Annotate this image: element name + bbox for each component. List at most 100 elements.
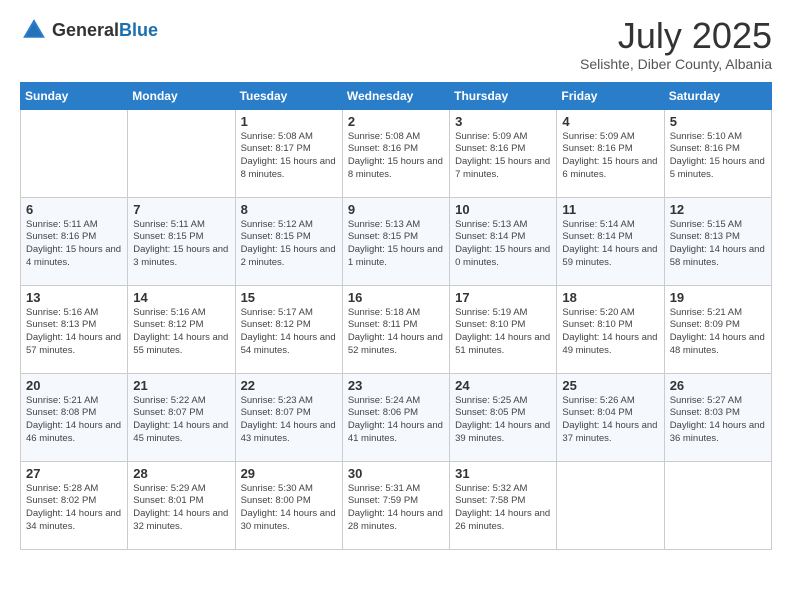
logo: GeneralBlue (20, 16, 158, 44)
day-info: Sunrise: 5:21 AM Sunset: 8:09 PM Dayligh… (670, 307, 766, 358)
day-info: Sunrise: 5:32 AM Sunset: 7:58 PM Dayligh… (455, 483, 551, 534)
day-info: Sunrise: 5:28 AM Sunset: 8:02 PM Dayligh… (26, 483, 122, 534)
day-number: 12 (670, 202, 766, 217)
calendar-cell: 14 Sunrise: 5:16 AM Sunset: 8:12 PM Dayli… (128, 285, 235, 373)
day-info: Sunrise: 5:08 AM Sunset: 8:16 PM Dayligh… (348, 131, 444, 182)
logo-text: GeneralBlue (52, 20, 158, 41)
calendar-cell: 10Sunrise: 5:13 AM Sunset: 8:14 PM Dayli… (450, 197, 557, 285)
day-info: Sunrise: 5:15 AM Sunset: 8:13 PM Dayligh… (670, 219, 766, 270)
logo-general: General (52, 20, 119, 40)
page-header: GeneralBlue July 2025 Selishte, Diber Co… (20, 16, 772, 72)
day-number: 31 (455, 466, 551, 481)
day-info: Sunrise: 5:10 AM Sunset: 8:16 PM Dayligh… (670, 131, 766, 182)
column-header-sunday: Sunday (21, 82, 128, 109)
day-info: Sunrise: 5:18 AM Sunset: 8:11 PM Dayligh… (348, 307, 444, 358)
day-number: 14 (133, 290, 229, 305)
logo-icon (20, 16, 48, 44)
title-block: July 2025 Selishte, Diber County, Albani… (580, 16, 772, 72)
location-subtitle: Selishte, Diber County, Albania (580, 56, 772, 72)
calendar-week-row: 1 Sunrise: 5:08 AM Sunset: 8:17 PM Daylig… (21, 109, 772, 197)
day-number: 22 (241, 378, 337, 393)
day-number: 1 (241, 114, 337, 129)
day-info: Sunrise: 5:20 AM Sunset: 8:10 PM Dayligh… (562, 307, 658, 358)
day-number: 18 (562, 290, 658, 305)
day-info: Sunrise: 5:13 AM Sunset: 8:15 PM Dayligh… (348, 219, 444, 270)
day-info: Sunrise: 5:16 AM Sunset: 8:13 PM Dayligh… (26, 307, 122, 358)
day-info: Sunrise: 5:19 AM Sunset: 8:10 PM Dayligh… (455, 307, 551, 358)
calendar-cell: 6Sunrise: 5:11 AM Sunset: 8:16 PM Daylig… (21, 197, 128, 285)
column-header-monday: Monday (128, 82, 235, 109)
day-number: 6 (26, 202, 122, 217)
day-number: 11 (562, 202, 658, 217)
day-info: Sunrise: 5:30 AM Sunset: 8:00 PM Dayligh… (241, 483, 337, 534)
day-info: Sunrise: 5:17 AM Sunset: 8:12 PM Dayligh… (241, 307, 337, 358)
logo-blue: Blue (119, 20, 158, 40)
day-info: Sunrise: 5:29 AM Sunset: 8:01 PM Dayligh… (133, 483, 229, 534)
column-header-tuesday: Tuesday (235, 82, 342, 109)
calendar-cell: 3Sunrise: 5:09 AM Sunset: 8:16 PM Daylig… (450, 109, 557, 197)
calendar-cell: 27 Sunrise: 5:28 AM Sunset: 8:02 PM Dayli… (21, 461, 128, 549)
calendar-cell: 1 Sunrise: 5:08 AM Sunset: 8:17 PM Daylig… (235, 109, 342, 197)
day-number: 17 (455, 290, 551, 305)
calendar-cell: 7 Sunrise: 5:11 AM Sunset: 8:15 PM Daylig… (128, 197, 235, 285)
calendar-header-row: SundayMondayTuesdayWednesdayThursdayFrid… (21, 82, 772, 109)
day-info: Sunrise: 5:21 AM Sunset: 8:08 PM Dayligh… (26, 395, 122, 446)
calendar-cell: 21Sunrise: 5:22 AM Sunset: 8:07 PM Dayli… (128, 373, 235, 461)
day-number: 27 (26, 466, 122, 481)
calendar-cell: 15 Sunrise: 5:17 AM Sunset: 8:12 PM Dayli… (235, 285, 342, 373)
calendar-cell: 13 Sunrise: 5:16 AM Sunset: 8:13 PM Dayli… (21, 285, 128, 373)
calendar-cell: 9Sunrise: 5:13 AM Sunset: 8:15 PM Daylig… (342, 197, 449, 285)
calendar-week-row: 20 Sunrise: 5:21 AM Sunset: 8:08 PM Dayli… (21, 373, 772, 461)
day-number: 4 (562, 114, 658, 129)
day-number: 30 (348, 466, 444, 481)
calendar-cell: 25Sunrise: 5:26 AM Sunset: 8:04 PM Dayli… (557, 373, 664, 461)
day-info: Sunrise: 5:14 AM Sunset: 8:14 PM Dayligh… (562, 219, 658, 270)
calendar-cell (557, 461, 664, 549)
calendar-cell: 11 Sunrise: 5:14 AM Sunset: 8:14 PM Dayli… (557, 197, 664, 285)
day-number: 16 (348, 290, 444, 305)
day-info: Sunrise: 5:11 AM Sunset: 8:15 PM Dayligh… (133, 219, 229, 270)
calendar-cell: 31 Sunrise: 5:32 AM Sunset: 7:58 PM Dayli… (450, 461, 557, 549)
calendar-cell: 2 Sunrise: 5:08 AM Sunset: 8:16 PM Daylig… (342, 109, 449, 197)
calendar-week-row: 6Sunrise: 5:11 AM Sunset: 8:16 PM Daylig… (21, 197, 772, 285)
day-number: 15 (241, 290, 337, 305)
calendar-cell (21, 109, 128, 197)
day-info: Sunrise: 5:23 AM Sunset: 8:07 PM Dayligh… (241, 395, 337, 446)
column-header-saturday: Saturday (664, 82, 771, 109)
day-number: 3 (455, 114, 551, 129)
calendar-cell: 22 Sunrise: 5:23 AM Sunset: 8:07 PM Dayli… (235, 373, 342, 461)
calendar-cell: 30Sunrise: 5:31 AM Sunset: 7:59 PM Dayli… (342, 461, 449, 549)
day-number: 24 (455, 378, 551, 393)
day-number: 13 (26, 290, 122, 305)
day-number: 8 (241, 202, 337, 217)
calendar-week-row: 27 Sunrise: 5:28 AM Sunset: 8:02 PM Dayli… (21, 461, 772, 549)
day-number: 5 (670, 114, 766, 129)
day-info: Sunrise: 5:22 AM Sunset: 8:07 PM Dayligh… (133, 395, 229, 446)
day-info: Sunrise: 5:08 AM Sunset: 8:17 PM Dayligh… (241, 131, 337, 182)
day-info: Sunrise: 5:13 AM Sunset: 8:14 PM Dayligh… (455, 219, 551, 270)
day-number: 28 (133, 466, 229, 481)
calendar-cell: 18 Sunrise: 5:20 AM Sunset: 8:10 PM Dayli… (557, 285, 664, 373)
day-number: 7 (133, 202, 229, 217)
calendar-cell: 12 Sunrise: 5:15 AM Sunset: 8:13 PM Dayli… (664, 197, 771, 285)
calendar-cell: 5 Sunrise: 5:10 AM Sunset: 8:16 PM Daylig… (664, 109, 771, 197)
column-header-friday: Friday (557, 82, 664, 109)
calendar-cell: 20 Sunrise: 5:21 AM Sunset: 8:08 PM Dayli… (21, 373, 128, 461)
calendar-cell (664, 461, 771, 549)
calendar-cell: 17 Sunrise: 5:19 AM Sunset: 8:10 PM Dayli… (450, 285, 557, 373)
day-number: 20 (26, 378, 122, 393)
day-number: 19 (670, 290, 766, 305)
calendar-cell: 4 Sunrise: 5:09 AM Sunset: 8:16 PM Daylig… (557, 109, 664, 197)
calendar-cell: 19 Sunrise: 5:21 AM Sunset: 8:09 PM Dayli… (664, 285, 771, 373)
day-number: 2 (348, 114, 444, 129)
calendar-table: SundayMondayTuesdayWednesdayThursdayFrid… (20, 82, 772, 550)
day-info: Sunrise: 5:09 AM Sunset: 8:16 PM Dayligh… (562, 131, 658, 182)
calendar-cell: 16 Sunrise: 5:18 AM Sunset: 8:11 PM Dayli… (342, 285, 449, 373)
day-info: Sunrise: 5:16 AM Sunset: 8:12 PM Dayligh… (133, 307, 229, 358)
calendar-cell: 24Sunrise: 5:25 AM Sunset: 8:05 PM Dayli… (450, 373, 557, 461)
day-number: 26 (670, 378, 766, 393)
calendar-cell: 29Sunrise: 5:30 AM Sunset: 8:00 PM Dayli… (235, 461, 342, 549)
column-header-thursday: Thursday (450, 82, 557, 109)
day-info: Sunrise: 5:26 AM Sunset: 8:04 PM Dayligh… (562, 395, 658, 446)
calendar-cell: 28 Sunrise: 5:29 AM Sunset: 8:01 PM Dayli… (128, 461, 235, 549)
